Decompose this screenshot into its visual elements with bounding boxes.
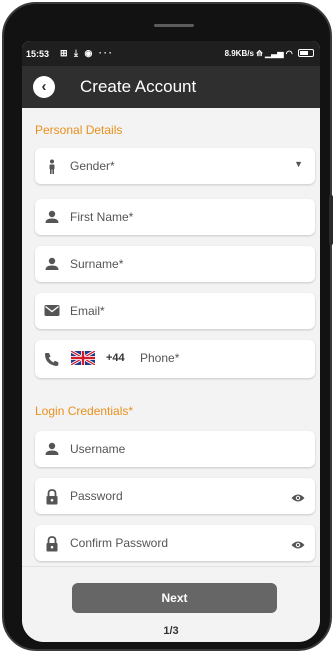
phone-icon: [44, 352, 60, 366]
phone-field[interactable]: +44 Phone*: [35, 340, 315, 378]
footer: Next 1/3: [22, 566, 320, 642]
status-time: 15:53: [26, 49, 50, 59]
surname-field[interactable]: Surname*: [35, 246, 315, 282]
status-bar: 15:53 ⊞ ⤓ ◉ ··· 8.9KB/s ⟰ ▁▃▅ ◠: [22, 41, 320, 66]
side-button: [329, 195, 333, 245]
status-right: 8.9KB/s ⟰ ▁▃▅ ◠: [225, 49, 314, 58]
page-title: Create Account: [80, 77, 197, 96]
signal-icon: ⟰ ▁▃▅: [256, 49, 284, 58]
confirm-password-field[interactable]: Confirm Password: [35, 525, 315, 561]
gender-label: Gender*: [70, 159, 115, 173]
surname-placeholder: Surname*: [70, 257, 124, 271]
lock-icon: [44, 536, 60, 552]
first-name-field[interactable]: First Name*: [35, 199, 315, 235]
chevron-left-icon: ‹: [41, 78, 47, 95]
email-placeholder: Email*: [70, 304, 105, 318]
person-icon: [44, 210, 60, 224]
country-code[interactable]: +44: [106, 352, 125, 364]
phone-frame: 15:53 ⊞ ⤓ ◉ ··· 8.9KB/s ⟰ ▁▃▅ ◠ ‹ Create…: [2, 2, 332, 651]
uk-flag-icon[interactable]: [70, 349, 96, 367]
confirm-password-placeholder: Confirm Password: [70, 536, 169, 550]
screen: 15:53 ⊞ ⤓ ◉ ··· 8.9KB/s ⟰ ▁▃▅ ◠ ‹ Create…: [22, 41, 320, 642]
speaker-grille: [154, 24, 194, 27]
next-button[interactable]: Next: [72, 583, 277, 613]
gender-select[interactable]: Gender* ▼: [35, 148, 315, 184]
login-credentials-heading: Login Credentials*: [35, 404, 134, 418]
password-placeholder: Password: [70, 489, 123, 503]
wifi-icon: ◠: [285, 49, 293, 58]
person-icon: [44, 257, 60, 271]
phone-placeholder: Phone*: [140, 351, 180, 365]
envelope-icon: [44, 304, 60, 318]
app-bar: ‹ Create Account: [22, 66, 320, 108]
personal-details-heading: Personal Details: [35, 123, 123, 137]
caret-down-icon: ▼: [294, 159, 303, 169]
first-name-placeholder: First Name*: [70, 210, 134, 224]
username-placeholder: Username: [70, 442, 126, 456]
net-speed: 8.9KB/s: [224, 49, 254, 58]
notification-icons: ⊞ ⤓ ◉ ···: [60, 48, 114, 58]
battery-icon: [298, 49, 314, 57]
eye-icon[interactable]: [291, 537, 305, 555]
person-standing-icon: [44, 159, 60, 174]
page-indicator: 1/3: [163, 625, 179, 637]
person-icon: [44, 442, 60, 456]
username-field[interactable]: Username: [35, 431, 315, 467]
lock-icon: [44, 489, 60, 505]
password-field[interactable]: Password: [35, 478, 315, 514]
eye-icon[interactable]: [291, 490, 305, 508]
email-field[interactable]: Email*: [35, 293, 315, 329]
back-button[interactable]: ‹: [33, 76, 55, 98]
